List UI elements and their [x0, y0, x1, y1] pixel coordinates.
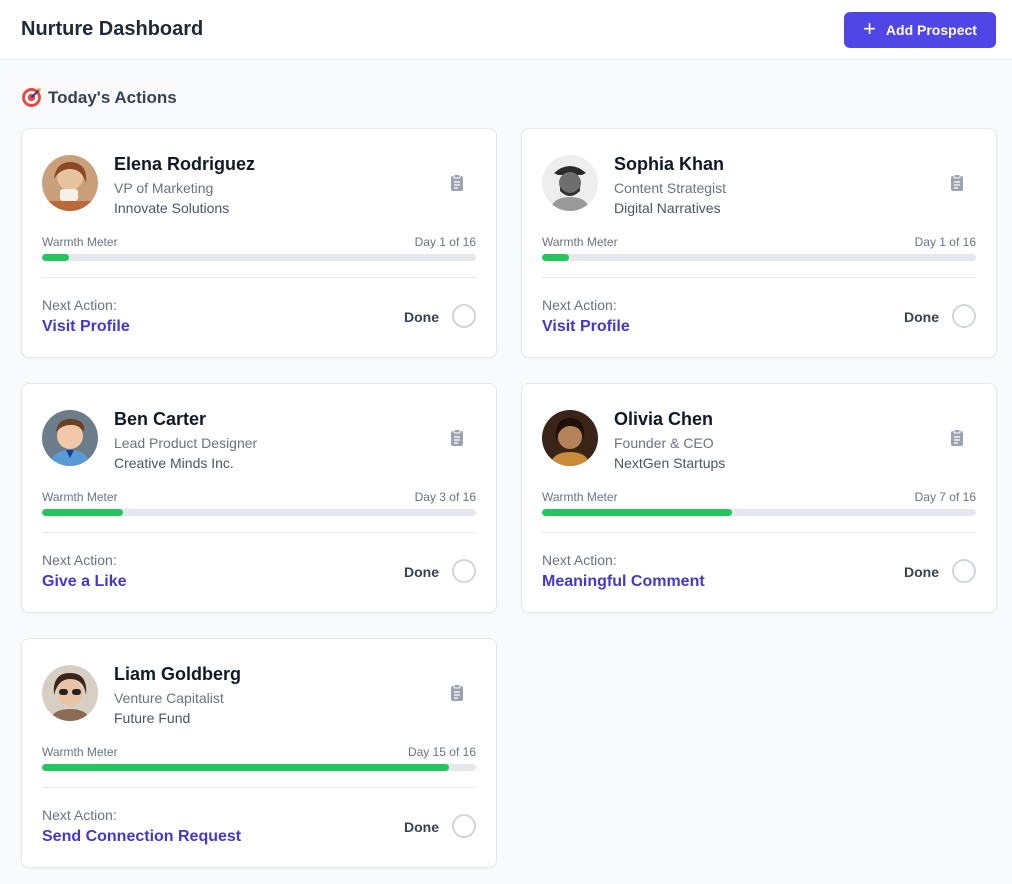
warmth-day-count: Day 1 of 16: [914, 235, 976, 249]
prospect-card: Ben Carter Lead Product Designer Creativ…: [21, 383, 497, 613]
next-action-value[interactable]: Give a Like: [42, 573, 127, 591]
done-label: Done: [404, 564, 439, 580]
next-action-value[interactable]: Meaningful Comment: [542, 573, 705, 591]
warmth-meter-fill: [42, 254, 70, 261]
warmth-day-count: Day 7 of 16: [914, 490, 976, 504]
done-checkbox[interactable]: [452, 304, 476, 328]
section-title: Today's Actions: [48, 87, 177, 107]
prospect-company: Future Fund: [114, 710, 191, 726]
avatar: [42, 665, 98, 721]
warmth-meter-track: [542, 254, 976, 261]
prospect-role: Founder & CEO: [614, 435, 714, 451]
prospect-name: Olivia Chen: [614, 409, 714, 429]
card-divider: [42, 787, 476, 788]
warmth-meter-label: Warmth Meter: [42, 490, 118, 504]
clipboard-icon[interactable]: [450, 428, 466, 448]
next-action-value[interactable]: Send Connection Request: [42, 828, 241, 846]
done-label: Done: [904, 309, 939, 325]
next-action-label: Next Action:: [42, 807, 117, 823]
card-divider: [42, 277, 476, 278]
done-checkbox[interactable]: [452, 814, 476, 838]
clipboard-icon[interactable]: [950, 173, 966, 193]
warmth-day-count: Day 15 of 16: [407, 745, 476, 759]
prospect-card: Sophia Khan Content Strategist Digital N…: [521, 128, 997, 358]
prospect-role: VP of Marketing: [114, 180, 214, 196]
warmth-meter-track: [42, 764, 476, 771]
clipboard-icon[interactable]: [950, 428, 966, 448]
warmth-meter-track: [42, 509, 476, 516]
plus-icon: +: [863, 15, 876, 41]
prospect-role: Content Strategist: [614, 180, 727, 196]
top-bar: Nurture Dashboard + Add Prospect: [0, 0, 1012, 60]
prospect-company: Innovate Solutions: [114, 200, 230, 216]
card-divider: [542, 277, 976, 278]
next-action-value[interactable]: Visit Profile: [542, 318, 630, 336]
warmth-meter-label: Warmth Meter: [542, 235, 618, 249]
done-label: Done: [404, 819, 439, 835]
prospect-company: NextGen Startups: [614, 455, 726, 471]
next-action-label: Next Action:: [42, 552, 117, 568]
prospect-company: Creative Minds Inc.: [114, 455, 234, 471]
prospect-company: Digital Narratives: [614, 200, 721, 216]
clipboard-icon[interactable]: [450, 173, 466, 193]
warmth-meter-fill: [542, 254, 570, 261]
add-prospect-label: Add Prospect: [885, 21, 977, 38]
warmth-meter-track: [542, 509, 976, 516]
done-label: Done: [404, 309, 439, 325]
prospect-role: Lead Product Designer: [114, 435, 258, 451]
prospect-card: Elena Rodriguez VP of Marketing Innovate…: [21, 128, 497, 358]
avatar: [42, 410, 98, 466]
card-divider: [542, 532, 976, 533]
page-title: Nurture Dashboard: [21, 18, 204, 40]
target-icon: [22, 88, 41, 107]
avatar: [542, 155, 598, 211]
avatar: [542, 410, 598, 466]
prospect-role: Venture Capitalist: [114, 690, 224, 706]
next-action-value[interactable]: Visit Profile: [42, 318, 130, 336]
warmth-meter-label: Warmth Meter: [42, 745, 118, 759]
warmth-day-count: Day 3 of 16: [414, 490, 476, 504]
prospect-name: Ben Carter: [114, 409, 207, 429]
prospect-name: Liam Goldberg: [114, 664, 242, 684]
prospect-name: Elena Rodriguez: [114, 154, 256, 174]
warmth-meter-fill: [542, 509, 732, 516]
next-action-label: Next Action:: [542, 552, 617, 568]
done-checkbox[interactable]: [452, 559, 476, 583]
card-divider: [42, 532, 476, 533]
prospect-card: Liam Goldberg Venture Capitalist Future …: [21, 638, 497, 868]
prospect-card: Olivia Chen Founder & CEO NextGen Startu…: [521, 383, 997, 613]
prospect-name: Sophia Khan: [614, 154, 725, 174]
avatar: [42, 155, 98, 211]
add-prospect-button[interactable]: + Add Prospect: [844, 11, 996, 48]
warmth-meter-fill: [42, 509, 124, 516]
warmth-day-count: Day 1 of 16: [414, 235, 476, 249]
warmth-meter-fill: [42, 764, 449, 771]
done-checkbox[interactable]: [952, 559, 976, 583]
next-action-label: Next Action:: [42, 297, 117, 313]
clipboard-icon[interactable]: [450, 683, 466, 703]
warmth-meter-track: [42, 254, 476, 261]
warmth-meter-label: Warmth Meter: [542, 490, 618, 504]
section-heading: Today's Actions: [21, 87, 177, 108]
done-checkbox[interactable]: [952, 304, 976, 328]
done-label: Done: [904, 564, 939, 580]
warmth-meter-label: Warmth Meter: [42, 235, 118, 249]
next-action-label: Next Action:: [542, 297, 617, 313]
